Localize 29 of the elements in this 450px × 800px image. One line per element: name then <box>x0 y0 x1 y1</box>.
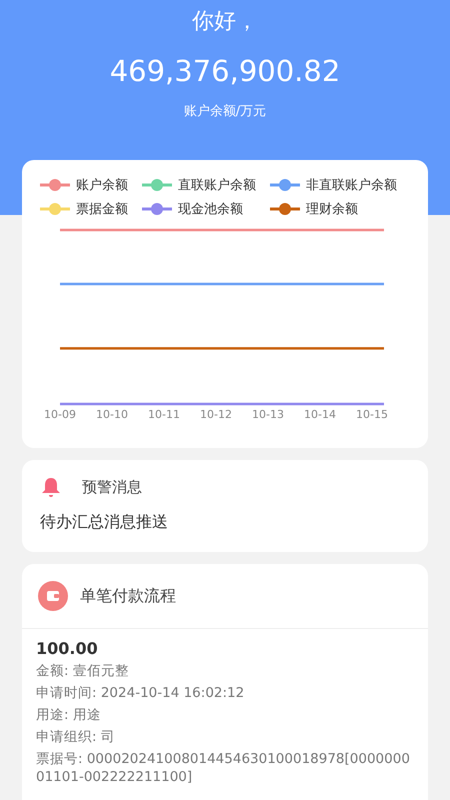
x-axis-label: 10-09 <box>44 408 76 421</box>
x-axis-label: 10-14 <box>304 408 336 421</box>
x-axis-label: 10-10 <box>96 408 128 421</box>
payment-card[interactable]: 单笔付款流程 100.00 金额: 壹佰元整 申请时间: 2024-10-14 16:02:12 用途: 用途 申请组织: 司 票据号: 000020241008014454630100018978[000000001101-002222211100] <box>22 564 428 800</box>
legend-label: 票据金额 <box>76 201 128 218</box>
detail-line: 申请时间: 2024-10-14 16:02:12 <box>36 684 246 702</box>
detail-line: 票据号: 000020241008014454630100018978[000000001101-002222211100] <box>36 750 411 786</box>
x-axis-label: 10-13 <box>252 408 284 421</box>
x-axis-label: 10-12 <box>200 408 232 421</box>
legend-label: 非直联账户余额 <box>306 177 397 194</box>
legend-label: 现金池余额 <box>178 201 243 218</box>
wallet-icon <box>38 581 68 611</box>
x-axis-label: 10-11 <box>148 408 180 421</box>
alert-title: 预警消息 <box>82 478 142 496</box>
balance-label: 账户余额/万元 <box>184 104 266 119</box>
x-axis-label: 10-15 <box>356 408 388 421</box>
alert-card[interactable]: 预警消息 待办汇总消息推送 <box>22 460 428 552</box>
payment-title: 单笔付款流程 <box>80 586 176 606</box>
detail-line: 金额: 壹佰元整 <box>36 662 130 680</box>
balance-amount: 469,376,900.82 <box>110 54 340 88</box>
legend-label: 账户余额 <box>76 177 128 194</box>
detail-line: 用途: 用途 <box>36 706 102 724</box>
detail-line: 申请组织: 司 <box>36 728 116 746</box>
legend-label: 理财余额 <box>306 201 358 218</box>
payment-amount: 100.00 <box>36 639 98 658</box>
greeting: 你好， <box>192 9 258 34</box>
bell-icon <box>40 476 62 498</box>
alert-message: 待办汇总消息推送 <box>40 512 168 531</box>
legend-label: 直联账户余额 <box>178 177 256 194</box>
